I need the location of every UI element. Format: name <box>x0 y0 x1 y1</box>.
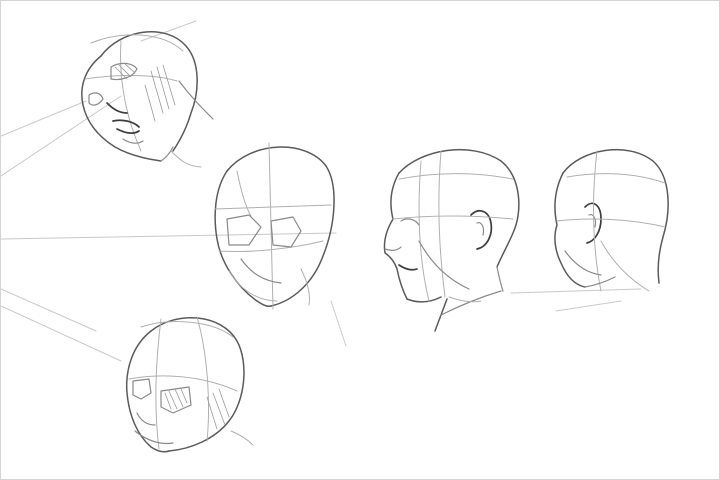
head-sketch-tilted-up <box>81 31 214 168</box>
head-sketch-low-angle <box>125 316 254 453</box>
perspective-guide-lines <box>1 20 642 362</box>
head-sketch-profile-view <box>383 148 520 332</box>
sketch-drawing <box>1 20 669 453</box>
sketch-canvas <box>0 0 720 480</box>
head-sketch-back-three-quarter <box>554 148 669 292</box>
head-sketch-front-view <box>214 142 335 310</box>
